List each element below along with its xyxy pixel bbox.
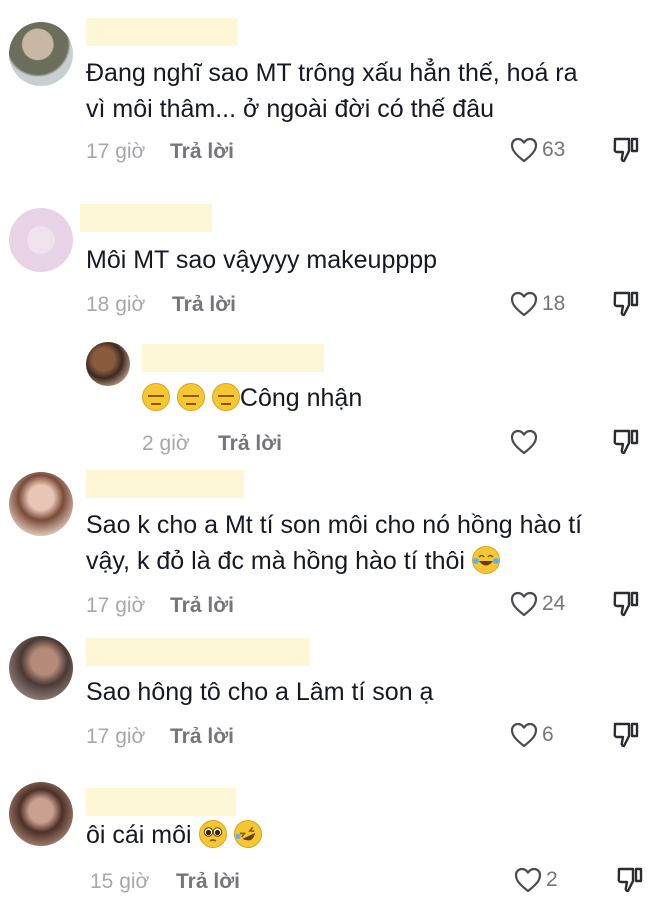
comment-text-line: Sao k cho a Mt tí son môi cho nó hồng hà… [86,511,583,539]
heart-icon [514,867,542,893]
comment-time: 17 giờ [86,725,146,748]
heart-icon [510,429,538,455]
username-redacted[interactable] [142,344,324,372]
username-redacted[interactable] [86,18,238,46]
reply-button[interactable]: Trả lời [170,725,234,749]
comment-text-line: Sao hông tô cho a Lâm tí son ạ [86,678,434,706]
comment-text: vậy, k đỏ là đc mà hồng hào tí thôi [86,547,465,575]
comment-time: 17 giờ [86,594,146,617]
dislike-icon[interactable] [612,136,640,164]
username-redacted[interactable] [86,788,236,816]
comment-text-line: vì môi thâm... ở ngoài đời có thế đâu [86,95,494,123]
avatar[interactable] [9,22,73,86]
avatar[interactable] [9,472,73,536]
like-button[interactable]: 2 [514,867,558,893]
heart-icon [510,591,538,617]
comment-text: ôi cái môi [86,821,192,849]
heart-icon [510,291,538,317]
heart-icon [510,137,538,163]
like-count: 63 [542,138,566,161]
expressionless-face-icon [176,383,205,411]
reply-button[interactable]: Trả lời [218,432,282,456]
comment-time: 2 giờ [142,432,190,455]
reply-button[interactable]: Trả lời [176,870,240,894]
username-redacted[interactable] [86,638,310,666]
like-button[interactable]: 18 [510,291,565,317]
like-button[interactable]: 63 [510,137,565,163]
rolling-laughing-face-icon [228,815,267,853]
like-button[interactable] [510,429,542,455]
comment-text-line: vậy, k đỏ là đc mà hồng hào tí thôi [86,544,500,579]
heart-icon [510,722,538,748]
dislike-icon[interactable] [612,590,640,618]
comment-text-line: Môi MT sao vậyyyy makeupppp [86,246,438,274]
comment-text-line: ôi cái môi [86,815,267,853]
comment-time: 15 giờ [90,870,150,893]
dislike-icon[interactable] [612,290,640,318]
avatar[interactable] [9,636,73,700]
pleading-face-icon [198,820,227,848]
avatar[interactable] [9,782,73,846]
expressionless-face-icon [211,383,240,411]
reply-button[interactable]: Trả lời [170,594,234,618]
reply-button[interactable]: Trả lời [170,140,234,164]
like-count: 18 [542,292,566,315]
dislike-icon[interactable] [612,721,640,749]
comment-text-line: Công nhận [142,381,362,416]
avatar[interactable] [9,208,73,272]
comment-time: 18 giờ [86,293,146,316]
like-count: 6 [542,723,554,746]
username-redacted[interactable] [80,204,212,232]
comment-text-line: Đang nghĩ sao MT trông xấu hẳn thế, hoá … [86,59,578,87]
dislike-icon[interactable] [616,866,644,894]
like-count: 24 [542,592,566,615]
avatar[interactable] [86,342,130,386]
reply-button[interactable]: Trả lời [172,293,236,317]
comment-time: 17 giờ [86,140,146,163]
username-redacted[interactable] [86,470,244,498]
expressionless-face-icon [142,383,170,411]
like-count: 2 [546,868,558,891]
like-button[interactable]: 24 [510,591,565,617]
tears-of-joy-face-icon [471,546,500,574]
dislike-icon[interactable] [612,428,640,456]
comment-text: Công nhận [239,384,363,412]
like-button[interactable]: 6 [510,722,554,748]
